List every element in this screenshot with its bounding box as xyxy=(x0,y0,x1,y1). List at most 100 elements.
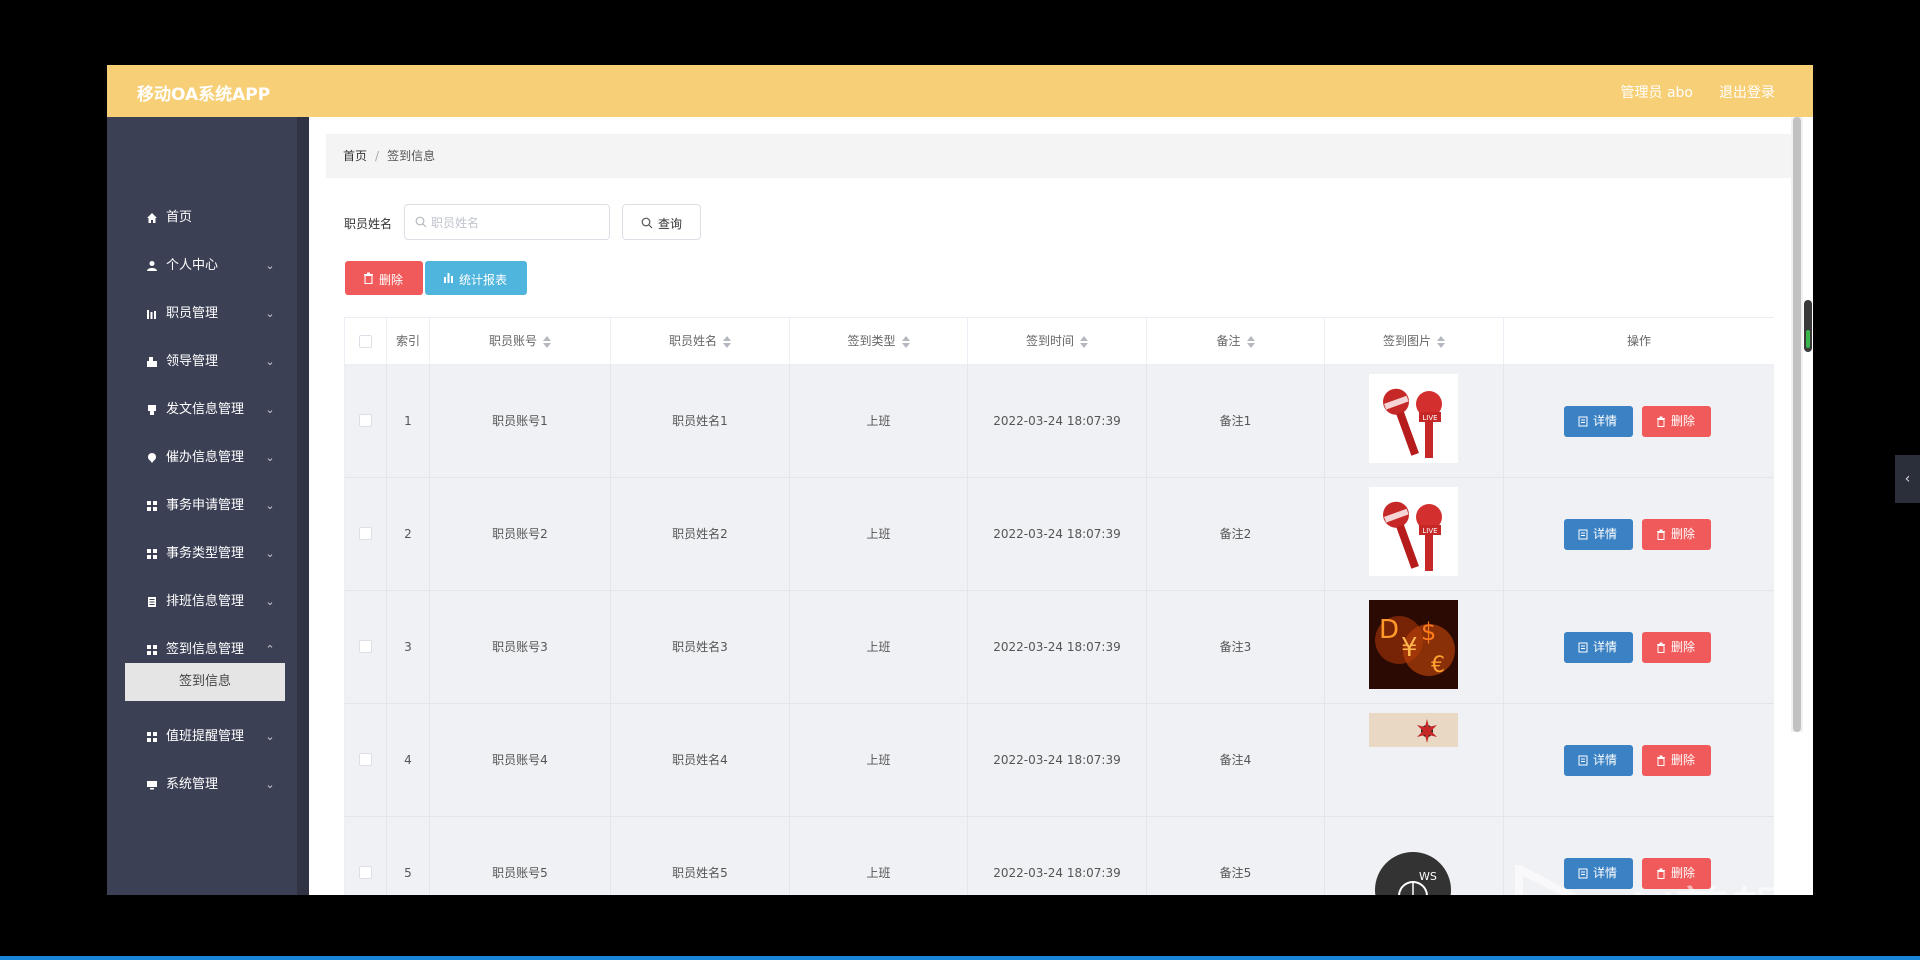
sign-in-image-cell: LIVE xyxy=(1325,365,1504,478)
sidebar-item-9[interactable]: 签到信息管理 ⌃ xyxy=(146,638,276,662)
sidebar-item-1[interactable]: 个人中心 ⌄ xyxy=(146,254,276,278)
user-icon xyxy=(147,261,157,271)
row-checkbox[interactable] xyxy=(359,527,372,540)
sign-in-image-cell xyxy=(1325,704,1504,817)
sort-icon[interactable] xyxy=(1246,335,1255,348)
detail-button[interactable]: 详情 xyxy=(1564,519,1633,550)
chevron-down-icon: ⌄ xyxy=(265,403,275,416)
sidebar-item-2[interactable]: 职员管理 ⌄ xyxy=(146,302,276,326)
news-globe-image[interactable]: WS xyxy=(1369,826,1458,895)
sort-icon[interactable] xyxy=(1437,335,1445,348)
sidebar-item-3[interactable]: 领导管理 ⌄ xyxy=(146,350,276,374)
detail-button-label: 详情 xyxy=(1593,753,1618,767)
page-scroll-indicator[interactable] xyxy=(1804,300,1812,352)
time-cell: 2022-03-24 18:07:39 xyxy=(968,478,1147,591)
filter-name-label: 职员姓名 xyxy=(344,217,393,231)
sidebar-item-11[interactable]: 系统管理 ⌄ xyxy=(146,773,276,797)
delete-button-label: 删除 xyxy=(1671,640,1696,654)
sort-icon[interactable] xyxy=(1080,335,1088,348)
sidebar-item-label: 签到信息管理 xyxy=(166,642,245,657)
name-cell: 职员姓名3 xyxy=(611,591,790,704)
sidebar-item-label: 发文信息管理 xyxy=(166,402,245,417)
table-row[interactable]: 2 职员账号2 职员姓名2 上班 2022-03-24 18:07:39 备注2 LIVE 详… xyxy=(345,478,1774,591)
sidebar-item-5[interactable]: 催办信息管理 ⌄ xyxy=(146,446,276,470)
sidebar-item-10[interactable]: 值班提醒管理 ⌄ xyxy=(146,725,276,749)
statistics-report-button[interactable]: 统计报表 xyxy=(425,261,527,295)
news-microphone-image[interactable]: LIVE xyxy=(1369,487,1458,576)
sort-icon[interactable] xyxy=(543,335,551,348)
type-cell: 上班 xyxy=(790,817,968,895)
burst-image[interactable] xyxy=(1369,713,1458,802)
detail-button[interactable]: 详情 xyxy=(1564,406,1633,437)
account-cell: 职员账号2 xyxy=(430,478,611,591)
table-row[interactable]: 4 职员账号4 职员姓名4 上班 2022-03-24 18:07:39 备注4 详情 删除 xyxy=(345,704,1774,817)
fire-symbols-image[interactable]: D ¥ $ € xyxy=(1369,600,1458,689)
sidebar-item-7[interactable]: 事务类型管理 ⌄ xyxy=(146,542,276,566)
sidebar-item-0[interactable]: 首页 xyxy=(146,206,276,230)
news-microphone-image[interactable]: LIVE xyxy=(1369,374,1458,463)
sidebar-item-4[interactable]: 发文信息管理 ⌄ xyxy=(146,398,276,422)
sidebar-item-label: 事务类型管理 xyxy=(166,546,245,561)
breadcrumb-home[interactable]: 首页 xyxy=(343,149,367,163)
delete-button[interactable]: 删除 xyxy=(1642,406,1711,437)
sidebar-item-label: 排班信息管理 xyxy=(166,594,245,609)
name-search-input[interactable] xyxy=(431,213,601,233)
logout-link[interactable]: 退出登录 xyxy=(1719,82,1775,102)
name-cell: 职员姓名4 xyxy=(611,704,790,817)
chevron-down-icon: ⌄ xyxy=(265,595,275,608)
column-header[interactable]: 签到时间 xyxy=(968,318,1147,366)
select-all-checkbox[interactable] xyxy=(359,335,372,348)
video-progress-bar[interactable] xyxy=(0,956,1920,960)
chart-icon xyxy=(147,310,156,319)
table-row[interactable]: 3 职员账号3 职员姓名3 上班 2022-03-24 18:07:39 备注3 D ¥ $ € 详… xyxy=(345,591,1774,704)
detail-button[interactable]: 详情 xyxy=(1564,745,1633,776)
row-checkbox-cell xyxy=(345,591,387,704)
row-checkbox-cell xyxy=(345,817,387,895)
column-header-label: 职员姓名 xyxy=(668,334,717,348)
bar-chart-icon xyxy=(444,273,453,283)
type-cell: 上班 xyxy=(790,591,968,704)
column-header[interactable]: 职员姓名 xyxy=(611,318,790,366)
trash-icon xyxy=(1657,416,1665,427)
query-button[interactable]: 查询 xyxy=(622,204,701,240)
document-icon xyxy=(1578,416,1588,427)
row-checkbox[interactable] xyxy=(359,640,372,653)
remark-cell: 备注3 xyxy=(1147,591,1325,704)
column-header[interactable]: 备注 xyxy=(1147,318,1325,366)
row-checkbox[interactable] xyxy=(359,866,372,879)
chevron-down-icon: ⌄ xyxy=(265,547,275,560)
delete-button[interactable]: 删除 xyxy=(1642,632,1711,663)
sidebar-item-6[interactable]: 事务申请管理 ⌄ xyxy=(146,494,276,518)
chevron-left-icon: ‹ xyxy=(1904,471,1911,487)
building-icon xyxy=(147,357,157,367)
detail-button[interactable]: 详情 xyxy=(1564,632,1633,663)
main-scrollbar-thumb[interactable] xyxy=(1793,117,1801,732)
grid-icon xyxy=(147,732,157,742)
account-cell: 职员账号1 xyxy=(430,365,611,478)
batch-delete-button[interactable]: 删除 xyxy=(345,261,423,295)
detail-button-label: 详情 xyxy=(1593,527,1618,541)
svg-text:D: D xyxy=(1379,615,1399,645)
column-header: 操作 xyxy=(1504,318,1774,366)
sidebar-scrollbar[interactable] xyxy=(297,117,309,895)
row-checkbox[interactable] xyxy=(359,414,372,427)
row-checkbox[interactable] xyxy=(359,753,372,766)
delete-button[interactable]: 删除 xyxy=(1642,745,1711,776)
sort-icon[interactable] xyxy=(723,335,731,348)
delete-button[interactable]: 删除 xyxy=(1642,519,1711,550)
name-search-field[interactable] xyxy=(404,204,610,240)
svg-text:¥: ¥ xyxy=(1401,633,1418,663)
collapse-side-tab[interactable]: ‹ xyxy=(1895,455,1920,503)
table-row[interactable]: 1 职员账号1 职员姓名1 上班 2022-03-24 18:07:39 备注1 LIVE 详… xyxy=(345,365,1774,478)
column-header[interactable]: 签到图片 xyxy=(1325,318,1504,366)
column-header[interactable]: 职员账号 xyxy=(430,318,611,366)
column-header[interactable]: 签到类型 xyxy=(790,318,968,366)
statistics-report-label: 统计报表 xyxy=(459,273,508,287)
home-icon xyxy=(147,213,157,223)
main-scrollbar[interactable] xyxy=(1791,117,1803,732)
search-icon xyxy=(415,216,427,228)
sort-icon[interactable] xyxy=(901,335,910,348)
sidebar-subitem-sign-in-info[interactable]: 签到信息 xyxy=(125,663,285,701)
sidebar-item-8[interactable]: 排班信息管理 ⌄ xyxy=(146,590,276,614)
column-header-label: 职员账号 xyxy=(488,334,537,348)
